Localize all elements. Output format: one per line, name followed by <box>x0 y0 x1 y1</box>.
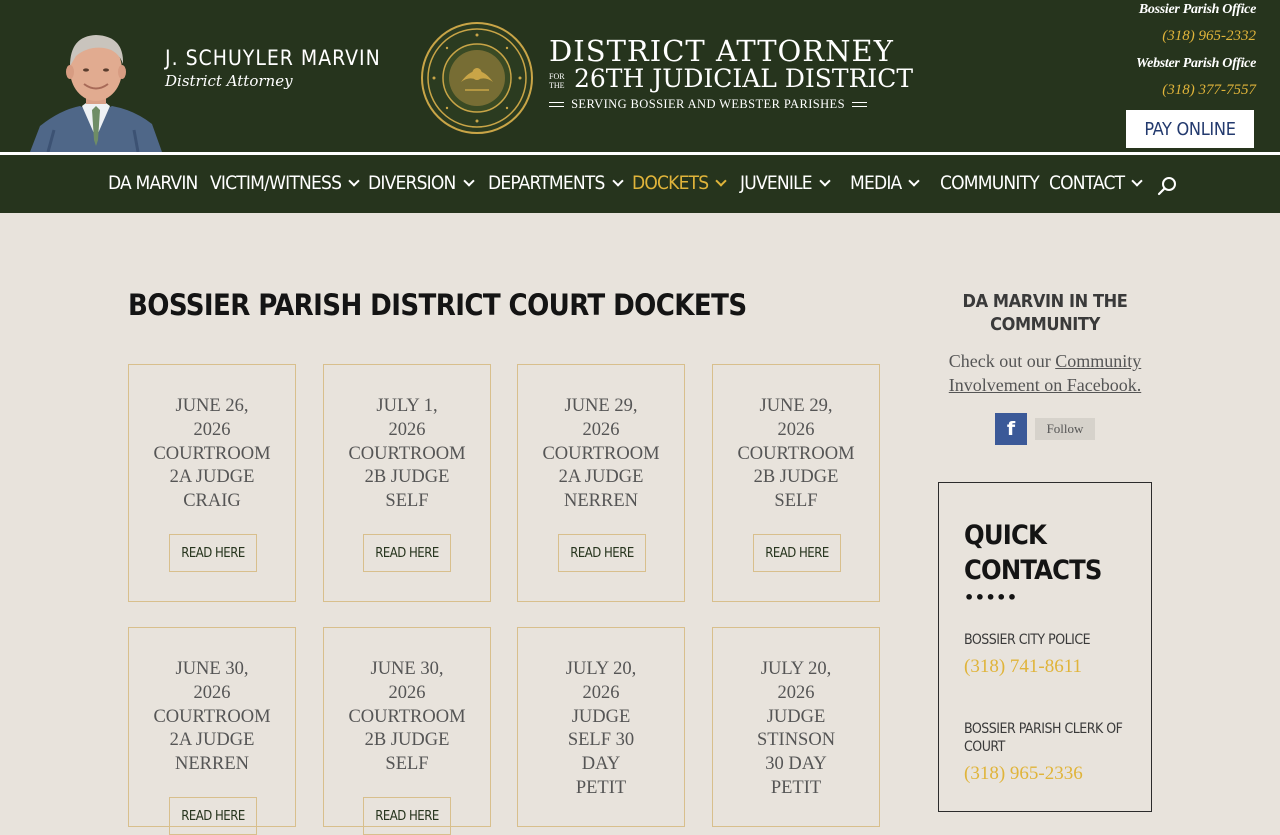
da-name: J. SCHUYLER MARVIN <box>165 46 381 70</box>
logo-tagline-text: SERVING BOSSIER AND WEBSTER PARISHES <box>571 96 845 111</box>
docket-card: JULY 1, 2026 COURTROOM 2B JUDGE SELF REA… <box>323 364 491 602</box>
docket-text: JULY 1, 2026 COURTROOM 2B JUDGE SELF <box>348 396 466 512</box>
docket-card: JUNE 30, 2026 COURTROOM 2B JUDGE SELF RE… <box>323 627 491 835</box>
nav-item-juvenile[interactable]: JUVENILE <box>740 172 831 194</box>
chevron-down-icon <box>462 174 475 187</box>
docket-card: JULY 20, 2026 JUDGE STINSON 30 DAY PETIT <box>712 627 880 827</box>
logo-tagline: SERVING BOSSIER AND WEBSTER PARISHES <box>549 96 867 112</box>
contact-phone[interactable]: (318) 965-2336 <box>964 763 1083 785</box>
community-widget-text: Check out our Community Involvement on F… <box>938 349 1152 397</box>
nav-item-contact[interactable]: CONTACT <box>1049 172 1143 194</box>
nav-label: DEPARTMENTS <box>488 172 605 194</box>
docket-card: JULY 20, 2026 JUDGE SELF 30 DAY PETIT <box>517 627 685 827</box>
nav-label: MEDIA <box>850 172 902 194</box>
nav-item-dockets[interactable]: DOCKETS <box>632 172 727 194</box>
da-title: District Attorney <box>165 72 293 90</box>
docket-text: JUNE 30, 2026 COURTROOM 2B JUDGE SELF <box>348 659 466 775</box>
docket-card: JUNE 30, 2026 COURTROOM 2A JUDGE NERREN … <box>128 627 296 835</box>
read-here-button[interactable]: READ HERE <box>558 534 646 572</box>
chevron-down-icon <box>908 174 921 187</box>
chevron-down-icon <box>819 174 831 187</box>
nav-item-da-marvin[interactable]: DA MARVIN <box>108 172 198 194</box>
nav-label: DIVERSION <box>368 172 456 194</box>
nav-item-community[interactable]: COMMUNITY <box>940 172 1040 194</box>
read-here-button[interactable]: READ HERE <box>169 797 257 835</box>
webster-office-phone[interactable]: (318) 377-7557 <box>1162 82 1256 99</box>
docket-text: JUNE 29, 2026 COURTROOM 2B JUDGE SELF <box>737 396 855 512</box>
bossier-office-phone[interactable]: (318) 965-2332 <box>1162 28 1256 45</box>
docket-text: JUNE 29, 2026 COURTROOM 2A JUDGE NERREN <box>542 396 660 512</box>
docket-text: JULY 20, 2026 JUDGE SELF 30 DAY PETIT <box>565 659 637 798</box>
chevron-down-icon <box>611 174 624 187</box>
read-here-button[interactable]: READ HERE <box>753 534 841 572</box>
nav-label: COMMUNITY <box>940 172 1040 194</box>
facebook-icon[interactable]: f <box>995 413 1027 445</box>
tagline-dash-right <box>852 101 867 107</box>
facebook-follow-button[interactable]: Follow <box>1035 418 1095 440</box>
nav-label: DOCKETS <box>632 172 709 194</box>
quick-contacts-title: QUICK CONTACTS <box>964 520 1102 586</box>
nav-label: JUVENILE <box>740 172 813 194</box>
logo-line-judicial-district: 26TH JUDICIAL DISTRICT <box>574 64 914 93</box>
contact-name: BOSSIER PARISH CLERK OF COURT <box>964 721 1123 755</box>
logo-line-district-attorney: DISTRICT ATTORNEY <box>549 34 894 68</box>
tagline-dash-left <box>549 101 564 107</box>
chevron-down-icon <box>715 174 727 187</box>
contact-name: BOSSIER CITY POLICE <box>964 632 1091 648</box>
site-header: J. SCHUYLER MARVIN District Attorney DIS… <box>0 0 1280 152</box>
read-here-button[interactable]: READ HERE <box>363 797 451 835</box>
read-here-button[interactable]: READ HERE <box>169 534 257 572</box>
search-icon[interactable] <box>1157 176 1177 196</box>
chevron-down-icon <box>1131 174 1143 187</box>
chevron-down-icon <box>348 174 360 187</box>
docket-card: JUNE 26, 2026 COURTROOM 2A JUDGE CRAIG R… <box>128 364 296 602</box>
docket-text: JUNE 26, 2026 COURTROOM 2A JUDGE CRAIG <box>153 396 271 512</box>
da-seal-logo[interactable] <box>421 22 533 134</box>
nav-label: VICTIM/WITNESS <box>210 172 342 194</box>
page-title: BOSSIER PARISH DISTRICT COURT DOCKETS <box>128 288 747 322</box>
logo-for-the: FOR THE <box>549 72 565 90</box>
docket-text: JUNE 30, 2026 COURTROOM 2A JUDGE NERREN <box>153 659 271 775</box>
quick-contacts-divider: ••••• <box>964 588 1018 607</box>
nav-item-victim-witness[interactable]: VICTIM/WITNESS <box>210 172 360 194</box>
community-text: Check out our <box>948 351 1051 371</box>
nav-item-diversion[interactable]: DIVERSION <box>368 172 475 194</box>
nav-label: DA MARVIN <box>108 172 198 194</box>
docket-card: JUNE 29, 2026 COURTROOM 2B JUDGE SELF RE… <box>712 364 880 602</box>
docket-text: JULY 20, 2026 JUDGE STINSON 30 DAY PETIT <box>756 659 836 798</box>
webster-office-label: Webster Parish Office <box>1136 56 1256 71</box>
nav-item-media[interactable]: MEDIA <box>850 172 921 194</box>
bossier-office-label: Bossier Parish Office <box>1138 2 1256 17</box>
nav-item-departments[interactable]: DEPARTMENTS <box>488 172 624 194</box>
community-widget-title: DA MARVIN IN THE COMMUNITY <box>962 291 1128 335</box>
contact-phone[interactable]: (318) 741-8611 <box>964 656 1082 678</box>
pay-online-button[interactable]: PAY ONLINE <box>1126 110 1254 148</box>
da-portrait <box>30 30 162 152</box>
nav-label: CONTACT <box>1049 172 1125 194</box>
read-here-button[interactable]: READ HERE <box>363 534 451 572</box>
docket-card: JUNE 29, 2026 COURTROOM 2A JUDGE NERREN … <box>517 364 685 602</box>
